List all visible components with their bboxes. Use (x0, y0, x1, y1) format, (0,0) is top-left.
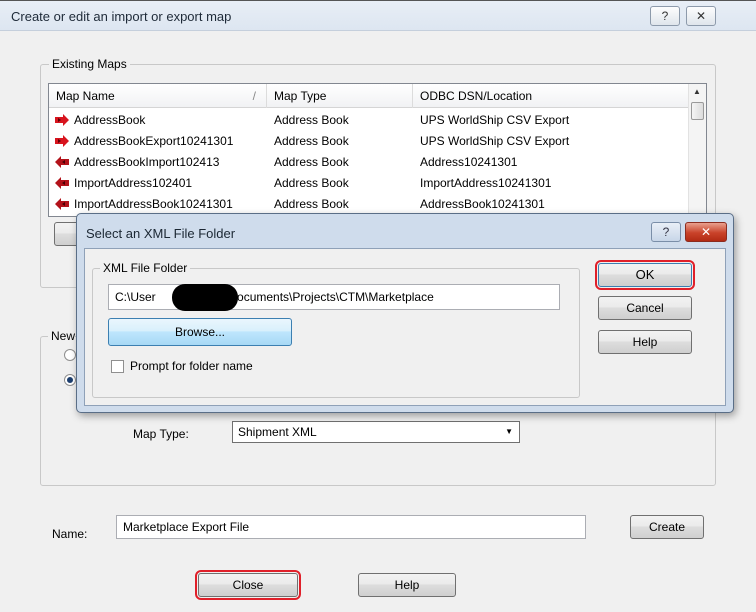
cancel-button[interactable]: Cancel (598, 296, 692, 320)
new-map-legend: New (48, 329, 76, 343)
create-button[interactable]: Create (630, 515, 704, 539)
sort-indicator-icon: / (252, 89, 256, 103)
existing-maps-legend: Existing Maps (49, 57, 130, 71)
map-type-label: Map Type: (133, 427, 189, 441)
map-type-cell: Address Book (274, 113, 349, 127)
table-row[interactable]: AddressBookImport102413 Address Book Add… (49, 152, 689, 173)
dialog-close-button[interactable]: ✕ (685, 222, 727, 242)
dialog-help-button[interactable]: ? (651, 222, 681, 242)
new-map-radio-1[interactable] (64, 349, 76, 361)
column-map-name[interactable]: Map Name / (49, 84, 267, 108)
question-icon: ? (661, 9, 669, 23)
existing-maps-list[interactable]: Map Name / Map Type ODBC DSN/Location Ad… (48, 83, 707, 217)
scroll-thumb[interactable] (691, 102, 704, 120)
column-odbc-location[interactable]: ODBC DSN/Location (413, 84, 689, 108)
title-close-button[interactable]: ✕ (686, 6, 716, 26)
location-cell: Address10241301 (420, 155, 518, 169)
list-header: Map Name / Map Type ODBC DSN/Location (49, 84, 689, 108)
table-row[interactable]: AddressBookExport10241301 Address Book U… (49, 131, 689, 152)
close-button[interactable]: Close (195, 570, 301, 600)
list-scrollbar[interactable]: ▲ (688, 84, 706, 216)
column-map-type[interactable]: Map Type (267, 84, 413, 108)
select-xml-folder-dialog: Select an XML File Folder ? ✕ XML File F… (76, 213, 734, 413)
close-icon: ✕ (695, 9, 707, 23)
chevron-down-icon: ▼ (505, 427, 513, 436)
map-type-cell: Address Book (274, 155, 349, 169)
help-button[interactable]: Help (358, 573, 456, 597)
map-type-cell: Address Book (274, 134, 349, 148)
xml-folder-legend: XML File Folder (100, 261, 191, 275)
map-name-cell: ImportAddressBook10241301 (74, 197, 233, 211)
location-cell: ImportAddress10241301 (420, 176, 552, 190)
import-map-icon (55, 198, 69, 210)
prompt-folder-checkbox[interactable] (111, 360, 124, 373)
redacted-username (172, 284, 238, 311)
prompt-folder-label[interactable]: Prompt for folder name (130, 359, 253, 373)
map-type-cell: Address Book (274, 176, 349, 190)
new-map-radio-2[interactable] (64, 374, 76, 386)
map-type-cell: Address Book (274, 197, 349, 211)
name-label: Name: (52, 527, 88, 541)
close-icon: ✕ (700, 225, 712, 239)
location-cell: UPS WorldShip CSV Export (420, 113, 570, 127)
export-map-icon (55, 135, 69, 147)
browse-button[interactable]: Browse... (108, 318, 292, 346)
question-icon: ? (662, 225, 670, 239)
table-row[interactable]: AddressBook Address Book UPS WorldShip C… (49, 110, 689, 131)
window-title: Create or edit an import or export map (11, 9, 232, 24)
map-name-cell: ImportAddress102401 (74, 176, 193, 190)
import-map-icon (55, 177, 69, 189)
location-cell: UPS WorldShip CSV Export (420, 134, 570, 148)
map-name-cell: AddressBookImport102413 (74, 155, 220, 169)
map-name-input[interactable]: Marketplace Export File (116, 515, 586, 539)
scroll-up-icon[interactable]: ▲ (693, 87, 701, 96)
ok-button[interactable]: OK (595, 260, 695, 290)
title-help-button[interactable]: ? (650, 6, 680, 26)
dialog-body: XML File Folder C:\User Documents\Projec… (84, 248, 726, 406)
table-row[interactable]: ImportAddressBook10241301 Address Book A… (49, 194, 689, 215)
dialog-title: Select an XML File Folder (86, 226, 236, 241)
dialog-help-side-button[interactable]: Help (598, 330, 692, 354)
map-name-cell: AddressBookExport10241301 (74, 134, 234, 148)
main-title-bar: Create or edit an import or export map ?… (0, 1, 756, 31)
map-name-cell: AddressBook (74, 113, 146, 127)
export-map-icon (55, 114, 69, 126)
table-row[interactable]: ImportAddress102401 Address Book ImportA… (49, 173, 689, 194)
location-cell: AddressBook10241301 (420, 197, 545, 211)
import-map-icon (55, 156, 69, 168)
map-type-select[interactable]: Shipment XML ▼ (232, 421, 520, 443)
